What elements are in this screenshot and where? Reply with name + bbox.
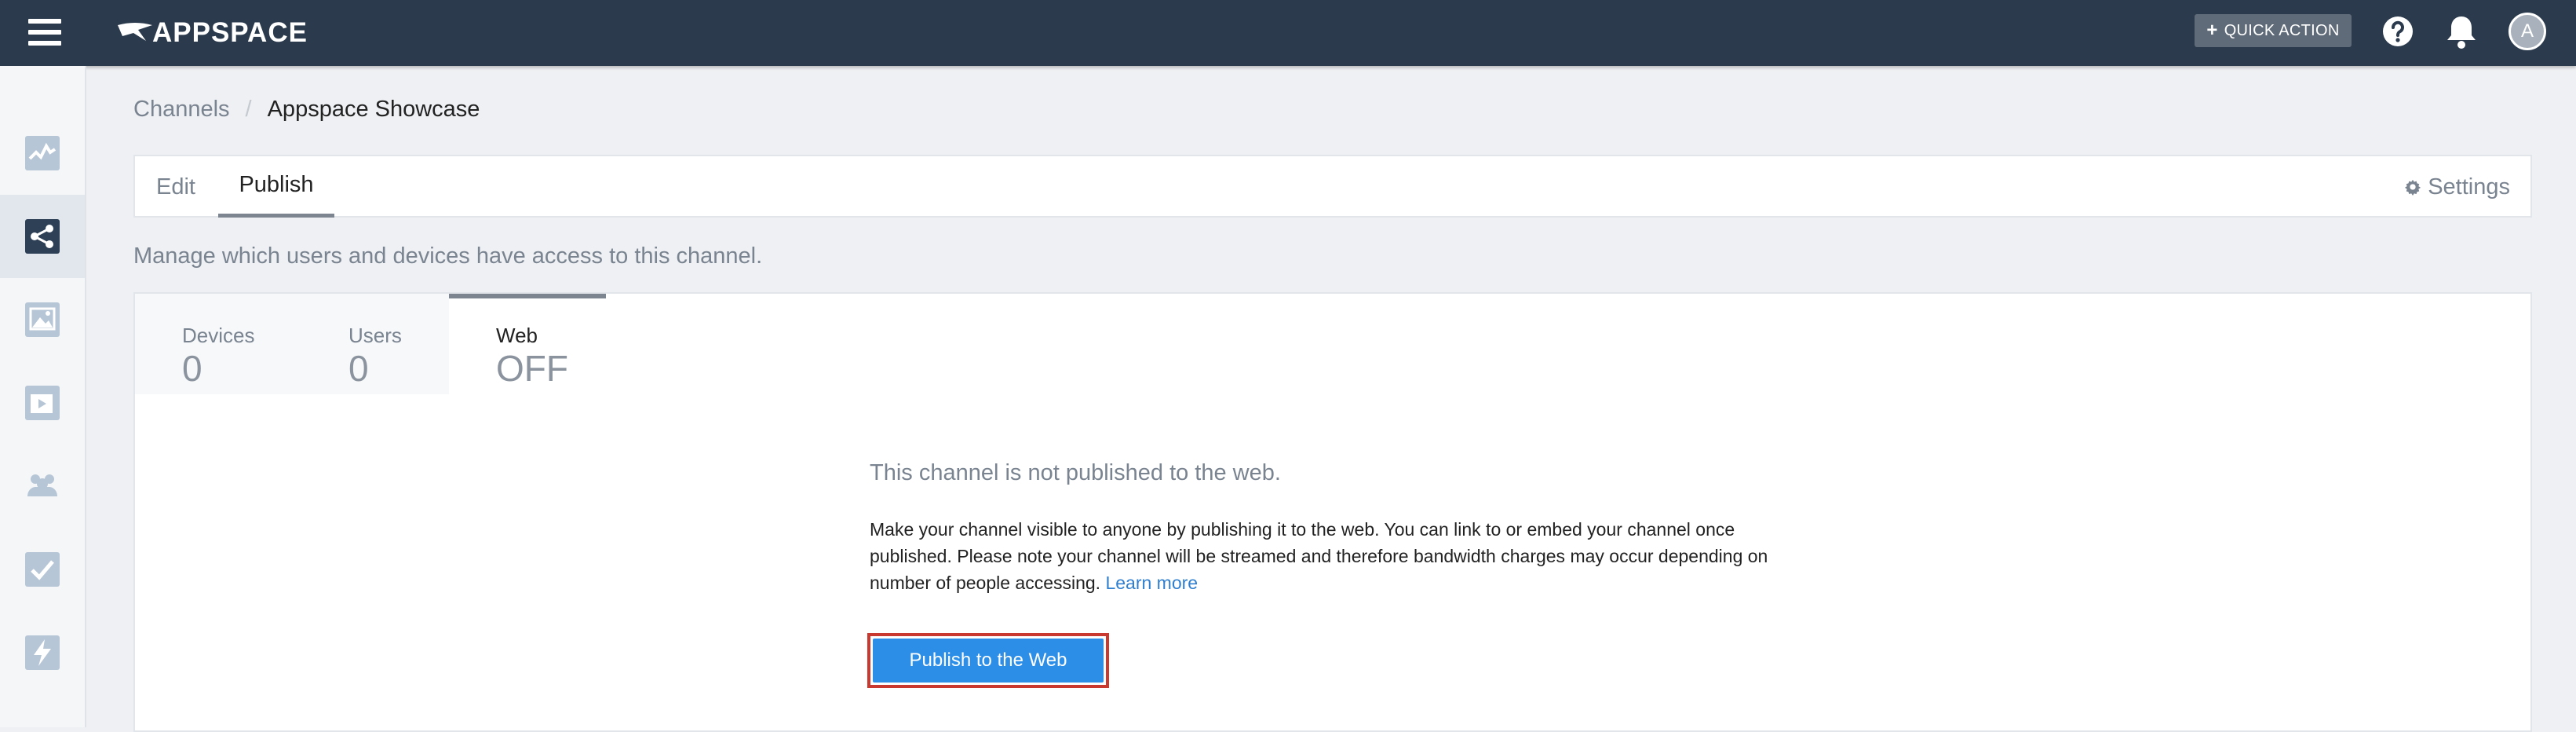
appspace-logo[interactable]: APPSPACE (115, 17, 308, 49)
learn-more-link[interactable]: Learn more (1105, 573, 1198, 593)
image-library-icon (25, 302, 60, 337)
tab-edit[interactable]: Edit (135, 156, 217, 218)
video-playlist-icon (25, 386, 60, 420)
settings-link[interactable]: Settings (2404, 156, 2510, 218)
breadcrumb-separator: / (245, 97, 252, 122)
breadcrumb-current: Appspace Showcase (267, 97, 480, 122)
sidebar-item-users[interactable] (0, 445, 85, 528)
settings-label: Settings (2428, 174, 2510, 199)
devices-label: Devices (182, 324, 255, 347)
access-tab-users[interactable]: Users 0 (292, 294, 449, 394)
sidebar-item-playlists[interactable] (0, 361, 85, 445)
web-label: Web (496, 324, 538, 347)
breadcrumb: Channels / Appspace Showcase (133, 97, 480, 123)
help-icon[interactable] (2381, 15, 2414, 48)
user-avatar[interactable]: A (2508, 13, 2546, 50)
users-label: Users (348, 324, 402, 347)
users-group-icon (27, 474, 57, 496)
publish-button-highlight: Publish to the Web (867, 633, 1109, 688)
breadcrumb-channels-link[interactable]: Channels (133, 97, 230, 123)
top-navigation-bar: APPSPACE + QUICK ACTION A (0, 0, 2576, 66)
sidebar-item-dashboard[interactable] (0, 112, 85, 195)
gear-icon (2405, 179, 2421, 196)
notifications-bell-icon[interactable] (2444, 13, 2479, 49)
web-description: Make your channel visible to anyone by p… (870, 516, 1796, 596)
appspace-logo-mark-icon (118, 23, 152, 41)
page-description: Manage which users and devices have acce… (133, 243, 763, 269)
lightning-icon (25, 635, 60, 670)
left-sidebar (0, 66, 86, 727)
activity-chart-icon (25, 136, 60, 170)
channel-tabs-bar: Edit Publish Settings (133, 155, 2532, 218)
users-count: 0 (348, 348, 369, 389)
publish-panel: Devices 0 Users 0 Web OFF This channel i… (133, 292, 2532, 732)
quick-action-button[interactable]: + QUICK ACTION (2195, 14, 2352, 47)
brand-name: APPSPACE (152, 17, 308, 48)
access-tab-devices[interactable]: Devices 0 (135, 294, 292, 394)
access-tab-web[interactable]: Web OFF (449, 294, 606, 394)
sidebar-item-library[interactable] (0, 278, 85, 361)
sidebar-item-channels[interactable] (0, 195, 85, 278)
tab-publish[interactable]: Publish (218, 156, 334, 218)
hamburger-menu-icon[interactable] (28, 19, 61, 46)
devices-count: 0 (182, 348, 203, 389)
sidebar-item-extensions[interactable] (0, 611, 85, 694)
web-description-text: Make your channel visible to anyone by p… (870, 519, 1768, 593)
web-status: OFF (496, 348, 568, 389)
share-channel-icon (25, 219, 60, 254)
quick-action-label: QUICK ACTION (2224, 21, 2340, 39)
sidebar-item-tasks[interactable] (0, 528, 85, 611)
publish-to-web-button[interactable]: Publish to the Web (873, 639, 1104, 683)
checkmark-tasks-icon (25, 552, 60, 587)
web-status-heading: This channel is not published to the web… (870, 460, 1281, 485)
plus-icon: + (2206, 20, 2218, 41)
